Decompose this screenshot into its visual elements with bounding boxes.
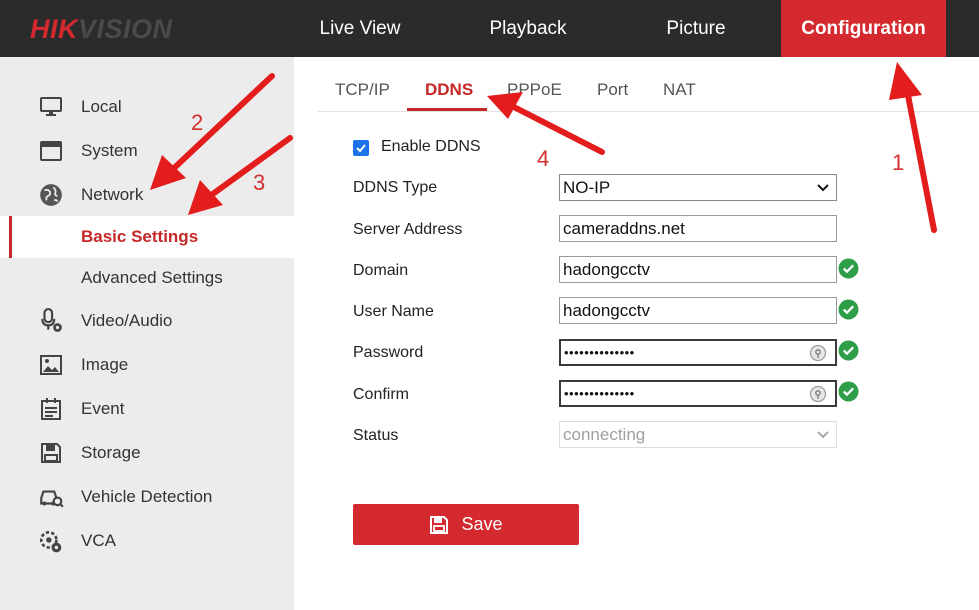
checkmark-icon	[356, 144, 366, 153]
vehicle-search-icon	[38, 484, 64, 510]
tab-nat[interactable]: NAT	[663, 80, 696, 108]
sidebar-item-vca[interactable]: VCA	[0, 520, 294, 562]
active-tab-indicator	[407, 108, 487, 111]
status-select: connecting	[559, 421, 837, 448]
sidebar-item-system[interactable]: System	[0, 130, 294, 172]
ddns-type-label: DDNS Type	[353, 179, 438, 196]
sidebar-item-label: Storage	[81, 443, 141, 462]
hikvision-logo: HIKVISION	[30, 14, 173, 44]
tab-port[interactable]: Port	[597, 80, 628, 108]
status-label: Status	[353, 427, 399, 444]
step-label-4: 4	[537, 146, 550, 171]
confirm-value: ••••••••••••••	[564, 386, 635, 401]
sidebar-item-label: Video/Audio	[81, 311, 173, 330]
config-sidebar: Local System Network Basic Settings Adva…	[0, 57, 294, 610]
reveal-password-icon[interactable]	[809, 385, 827, 403]
sidebar-item-label: Local	[81, 97, 122, 116]
user-name-input[interactable]: hadongcctv	[559, 297, 837, 324]
ddns-type-value: NO-IP	[563, 178, 611, 197]
chevron-down-icon	[816, 175, 830, 208]
save-button[interactable]: Save	[353, 504, 579, 545]
monitor-icon	[38, 94, 64, 120]
window-icon	[38, 138, 64, 164]
enable-ddns-checkbox[interactable]	[353, 140, 369, 156]
server-address-label: Server Address	[353, 221, 463, 238]
tab-ddns[interactable]: DDNS	[425, 80, 473, 108]
sidebar-item-image[interactable]: Image	[0, 344, 294, 386]
confirm-label: Confirm	[353, 386, 410, 403]
status-value: connecting	[563, 425, 646, 444]
step-label-1: 1	[892, 150, 905, 175]
sidebar-item-label: Image	[81, 355, 129, 374]
valid-check-icon	[838, 340, 859, 361]
sidebar-item-label: System	[81, 141, 138, 160]
image-icon	[38, 352, 64, 378]
sidebar-item-network[interactable]: Network	[0, 174, 294, 216]
microphone-icon	[38, 308, 64, 334]
nav-playback[interactable]: Playback	[464, 0, 592, 57]
nav-live-view[interactable]: Live View	[296, 0, 424, 57]
sidebar-item-label: Event	[81, 399, 125, 418]
nav-configuration[interactable]: Configuration	[781, 0, 946, 57]
valid-check-icon	[838, 299, 859, 320]
logo-vision-text: VISION	[78, 14, 173, 44]
save-label: Save	[461, 514, 503, 534]
sidebar-item-storage[interactable]: Storage	[0, 432, 294, 474]
sidebar-item-advanced-settings[interactable]: Advanced Settings	[0, 257, 294, 299]
sidebar-item-label: Advanced Settings	[81, 268, 223, 287]
tab-tcp-ip[interactable]: TCP/IP	[335, 80, 390, 108]
calendar-icon	[38, 396, 64, 422]
hikvision-config-page: HIKVISION Live View Playback Picture Con…	[0, 0, 979, 610]
arrow-1-head	[889, 62, 922, 100]
reveal-password-icon[interactable]	[809, 344, 827, 362]
sidebar-item-label: VCA	[81, 531, 116, 550]
globe-icon	[38, 182, 64, 208]
save-disk-icon	[38, 440, 64, 466]
sidebar-item-vehicle-detection[interactable]: Vehicle Detection	[0, 476, 294, 518]
sidebar-item-label: Network	[81, 185, 144, 204]
confirm-password-input[interactable]: ••••••••••••••	[559, 380, 837, 407]
logo-hik-text: HIK	[30, 14, 78, 44]
save-disk-icon	[430, 515, 449, 534]
tab-divider	[318, 111, 979, 112]
sidebar-item-label: Basic Settings	[81, 227, 199, 246]
vca-gear-icon	[38, 528, 64, 554]
domain-input[interactable]: hadongcctv	[559, 256, 837, 283]
selection-indicator	[9, 216, 12, 258]
top-navigation-bar: HIKVISION Live View Playback Picture Con…	[0, 0, 979, 57]
server-address-input[interactable]: cameraddns.net	[559, 215, 837, 242]
sidebar-item-video-audio[interactable]: Video/Audio	[0, 300, 294, 342]
sidebar-item-basic-settings[interactable]: Basic Settings	[0, 216, 294, 258]
password-value: ••••••••••••••	[564, 345, 635, 360]
sidebar-item-local[interactable]: Local	[0, 86, 294, 128]
password-input[interactable]: ••••••••••••••	[559, 339, 837, 366]
nav-picture[interactable]: Picture	[632, 0, 760, 57]
enable-ddns-label: Enable DDNS	[381, 138, 481, 155]
chevron-down-icon	[816, 422, 830, 455]
ddns-type-select[interactable]: NO-IP	[559, 174, 837, 201]
valid-check-icon	[838, 258, 859, 279]
tab-pppoe[interactable]: PPPoE	[507, 80, 562, 108]
sidebar-item-label: Vehicle Detection	[81, 487, 213, 506]
password-label: Password	[353, 344, 424, 361]
sidebar-item-event[interactable]: Event	[0, 388, 294, 430]
valid-check-icon	[838, 381, 859, 402]
arrow-4	[509, 103, 605, 155]
user-name-label: User Name	[353, 303, 434, 320]
domain-label: Domain	[353, 262, 409, 279]
